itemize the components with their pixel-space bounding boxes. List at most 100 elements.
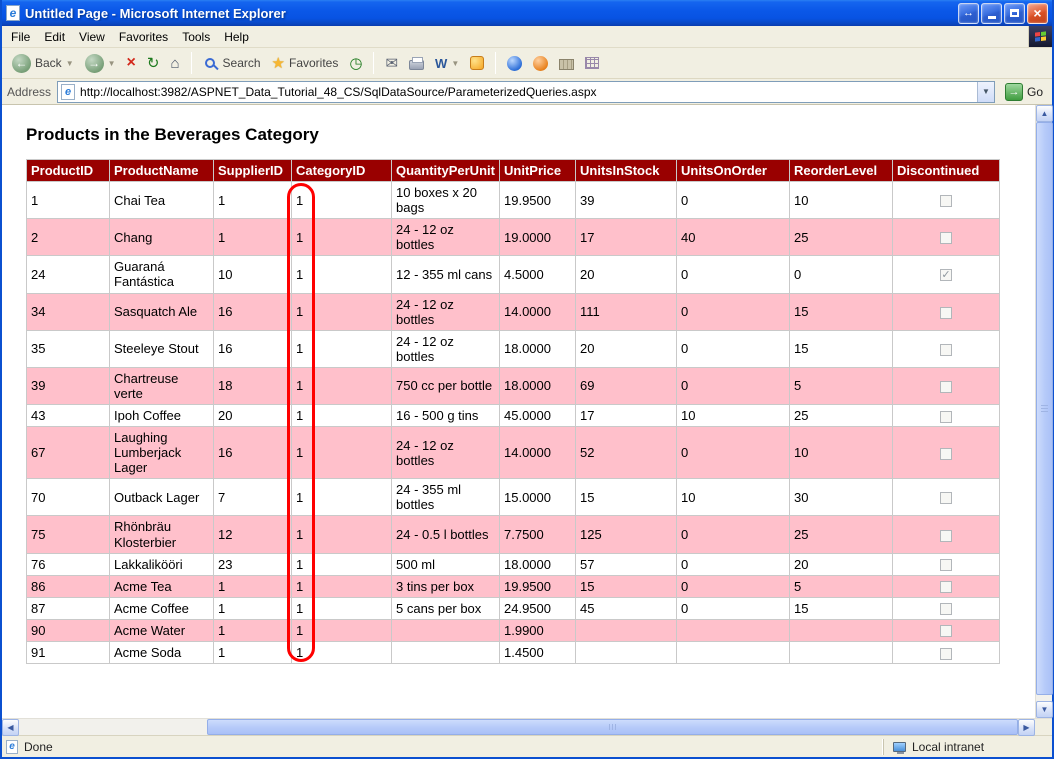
back-button[interactable]: ← Back ▼ bbox=[9, 52, 77, 75]
scroll-down-button[interactable]: ▼ bbox=[1036, 701, 1053, 718]
table-cell: 19.0000 bbox=[500, 219, 576, 256]
table-cell: 20 bbox=[576, 256, 677, 293]
page-title: Products in the Beverages Category bbox=[26, 125, 1035, 145]
menu-edit[interactable]: Edit bbox=[37, 27, 72, 47]
table-cell: 750 cc per bottle bbox=[392, 367, 500, 404]
table-cell: 0 bbox=[677, 516, 790, 553]
discontinued-cell bbox=[893, 641, 1000, 663]
table-cell: 39 bbox=[27, 367, 110, 404]
menu-tools[interactable]: Tools bbox=[175, 27, 217, 47]
favorites-button[interactable]: ★ Favorites bbox=[269, 54, 342, 73]
table-cell: 24 - 12 oz bottles bbox=[392, 219, 500, 256]
scroll-up-button[interactable]: ▲ bbox=[1036, 105, 1053, 122]
table-cell: 0 bbox=[677, 597, 790, 619]
table-cell: 1 bbox=[292, 367, 392, 404]
table-cell: 69 bbox=[576, 367, 677, 404]
toolbar-globe-button[interactable] bbox=[504, 54, 525, 73]
word-icon: W bbox=[435, 57, 447, 70]
table-cell: 35 bbox=[27, 330, 110, 367]
discontinued-checkbox bbox=[940, 381, 952, 393]
address-field: e ▼ bbox=[57, 81, 995, 103]
menu-help[interactable]: Help bbox=[217, 27, 256, 47]
table-cell: 1 bbox=[292, 330, 392, 367]
table-cell: 24 - 355 ml bottles bbox=[392, 479, 500, 516]
grid-icon bbox=[585, 57, 599, 69]
table-row: 86Acme Tea113 tins per box19.95001505 bbox=[27, 575, 1000, 597]
table-cell: Ipoh Coffee bbox=[110, 405, 214, 427]
table-cell: 34 bbox=[27, 293, 110, 330]
scrollbar-corner bbox=[1035, 719, 1052, 735]
table-cell: 24.9500 bbox=[500, 597, 576, 619]
table-cell: 1 bbox=[292, 479, 392, 516]
search-button[interactable]: Search bbox=[200, 54, 264, 72]
table-cell: 0 bbox=[790, 256, 893, 293]
table-cell: Lakkalikööri bbox=[110, 553, 214, 575]
home-button[interactable]: ⌂ bbox=[167, 54, 182, 73]
table-cell: 40 bbox=[677, 219, 790, 256]
table-cell: 3 tins per box bbox=[392, 575, 500, 597]
messenger-button[interactable] bbox=[467, 54, 487, 72]
resize-window-button[interactable]: ↔ bbox=[958, 3, 979, 24]
menu-view[interactable]: View bbox=[72, 27, 112, 47]
go-arrow-icon: → bbox=[1005, 83, 1023, 101]
history-button[interactable]: ◷ bbox=[346, 54, 365, 73]
table-cell: 90 bbox=[27, 619, 110, 641]
products-gridview: ProductIDProductNameSupplierIDCategoryID… bbox=[26, 159, 1000, 664]
table-row: 90Acme Water111.9900 bbox=[27, 619, 1000, 641]
menu-file[interactable]: File bbox=[4, 27, 37, 47]
stop-button[interactable]: × bbox=[124, 53, 139, 73]
mail-button[interactable]: ✉ bbox=[382, 54, 401, 73]
table-cell: 1 bbox=[292, 405, 392, 427]
refresh-icon: ↻ bbox=[147, 56, 160, 71]
refresh-button[interactable]: ↻ bbox=[144, 54, 163, 73]
forward-button[interactable]: → ▼ bbox=[82, 52, 119, 75]
horizontal-scroll-thumb[interactable] bbox=[207, 719, 1018, 735]
table-row: 43Ipoh Coffee20116 - 500 g tins45.000017… bbox=[27, 405, 1000, 427]
table-cell: 10 bbox=[790, 427, 893, 479]
table-cell: 52 bbox=[576, 427, 677, 479]
go-button[interactable]: → Go bbox=[1001, 83, 1047, 101]
column-header-quantityperunit: QuantityPerUnit bbox=[392, 160, 500, 182]
discontinued-cell bbox=[893, 597, 1000, 619]
menu-favorites[interactable]: Favorites bbox=[112, 27, 175, 47]
ie-window-icon: e bbox=[6, 5, 20, 21]
table-cell: Sasquatch Ale bbox=[110, 293, 214, 330]
discontinued-checkbox bbox=[940, 448, 952, 460]
back-icon: ← bbox=[12, 54, 31, 73]
horizontal-scrollbar[interactable]: ◀ ▶ bbox=[2, 718, 1052, 735]
table-cell: 12 bbox=[214, 516, 292, 553]
table-cell: 18.0000 bbox=[500, 367, 576, 404]
scroll-left-button[interactable]: ◀ bbox=[2, 719, 19, 736]
table-cell: 43 bbox=[27, 405, 110, 427]
table-cell: 5 bbox=[790, 575, 893, 597]
table-cell: 500 ml bbox=[392, 553, 500, 575]
table-cell: 75 bbox=[27, 516, 110, 553]
table-cell: 24 - 12 oz bottles bbox=[392, 293, 500, 330]
table-cell: 18.0000 bbox=[500, 330, 576, 367]
print-button[interactable] bbox=[406, 54, 427, 72]
vertical-scrollbar[interactable]: ▲ ▼ bbox=[1035, 105, 1052, 718]
minimize-icon bbox=[988, 16, 996, 19]
toolbar-grid-button[interactable] bbox=[582, 55, 602, 71]
page-favicon: e bbox=[61, 84, 75, 100]
maximize-button[interactable] bbox=[1004, 3, 1025, 24]
minimize-button[interactable] bbox=[981, 3, 1002, 24]
search-label: Search bbox=[223, 56, 261, 70]
column-header-discontinued: Discontinued bbox=[893, 160, 1000, 182]
close-button[interactable]: × bbox=[1027, 3, 1048, 24]
table-row: 24Guaraná Fantástica10112 - 355 ml cans4… bbox=[27, 256, 1000, 293]
scroll-right-button[interactable]: ▶ bbox=[1018, 719, 1035, 736]
discontinued-checkbox bbox=[940, 625, 952, 637]
building-icon bbox=[559, 59, 574, 70]
vertical-scroll-thumb[interactable] bbox=[1036, 122, 1053, 695]
table-cell: 91 bbox=[27, 641, 110, 663]
table-cell: 14.0000 bbox=[500, 293, 576, 330]
table-cell: 125 bbox=[576, 516, 677, 553]
toolbar-building-button[interactable] bbox=[556, 54, 577, 72]
table-cell: 24 bbox=[27, 256, 110, 293]
table-cell bbox=[677, 619, 790, 641]
edit-button[interactable]: W ▼ bbox=[432, 55, 462, 72]
toolbar-orb-button[interactable] bbox=[530, 54, 551, 73]
address-dropdown-button[interactable]: ▼ bbox=[977, 82, 994, 102]
address-input[interactable] bbox=[80, 83, 977, 101]
